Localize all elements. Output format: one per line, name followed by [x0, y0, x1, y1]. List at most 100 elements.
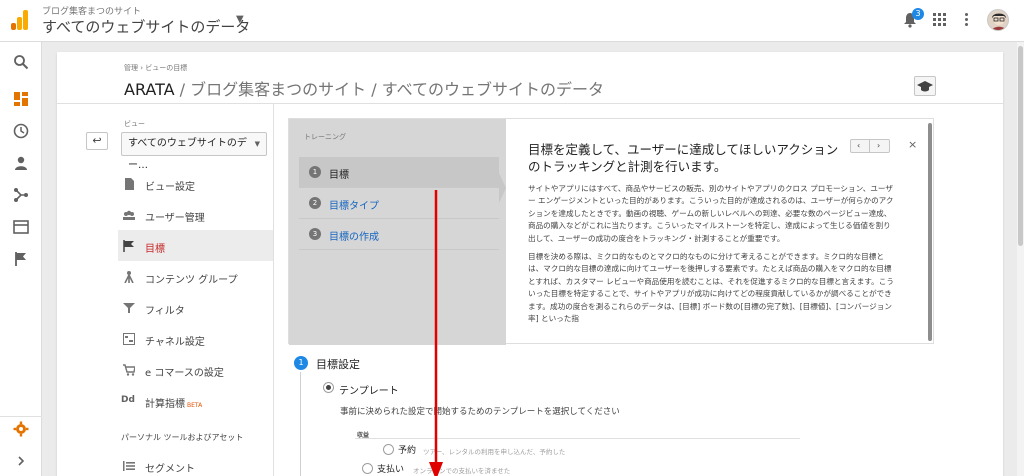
option-radio-reservation[interactable]	[383, 444, 394, 455]
graduation-cap-icon	[917, 81, 933, 92]
flag-icon	[123, 240, 134, 252]
training-step-create-goal[interactable]: 3 目標の作成	[299, 219, 499, 250]
nav-item-filters[interactable]: フィルタ	[118, 292, 273, 323]
group-divider	[355, 438, 800, 439]
dashboard-icon[interactable]	[13, 91, 29, 107]
training-step-goals[interactable]: 1 目標	[299, 157, 499, 188]
training-paragraph: サイトやアプリにはすべて、商品やサービスの販売、別のサイトやアプリのクロス プロ…	[528, 184, 894, 243]
pager-divider	[869, 140, 870, 152]
nav-item-label: セグメント	[145, 464, 195, 475]
acquisition-icon[interactable]	[13, 187, 29, 203]
close-icon[interactable]: ×	[908, 138, 917, 151]
nav-item-label: フィルタ	[145, 306, 185, 317]
view-select[interactable]: すべてのウェブサイトのデー… ▼	[121, 132, 267, 171]
apps-grid-icon[interactable]	[933, 13, 947, 27]
step-label: 目標タイプ	[329, 201, 379, 212]
prev-icon[interactable]: ‹	[857, 141, 860, 150]
setup-step-number: 1	[294, 356, 308, 370]
document-icon	[125, 178, 134, 190]
rail-bottom	[0, 416, 42, 476]
admin-card: 管理 › ビューの目標 ARATA / ブログ集客まつのサイト / すべてのウェ…	[57, 52, 1003, 476]
training-button[interactable]	[914, 76, 936, 96]
divider	[57, 103, 1003, 104]
nav-item-label: コンテンツ グループ	[145, 275, 238, 286]
option-label-payment[interactable]: 支払い	[377, 462, 404, 475]
training-step-goal-type[interactable]: 2 目標タイプ	[299, 188, 499, 219]
dd-icon: Dd	[121, 395, 135, 405]
nav-item-content-grouping[interactable]: コンテンツ グループ	[118, 261, 273, 292]
nav-item-text: 計算指標	[145, 399, 185, 410]
behavior-icon[interactable]	[13, 219, 29, 235]
option-desc-payment: オンラインでの支払いを済ませた	[413, 467, 511, 475]
training-title: 目標を定義して、ユーザーに達成してほしいアクションのトラッキングと計測を行います…	[528, 142, 839, 174]
left-rail	[0, 42, 42, 476]
nav-item-label: 目標	[145, 244, 165, 255]
option-desc-reservation: ツアー、レンタルの利用を申し込んだ、予約した	[423, 448, 566, 456]
nav-item-goals[interactable]: 目標	[118, 230, 273, 261]
step-number: 3	[309, 228, 321, 240]
cart-icon	[123, 364, 135, 376]
beta-badge: BETA	[187, 402, 203, 409]
view-label: ビュー	[124, 120, 145, 128]
training-panel: トレーニング 1 目標 2 目標タイプ 3 目標の作成 目標を定義して、ユーザー…	[288, 118, 934, 345]
more-vert-icon[interactable]	[965, 13, 969, 27]
account-title: ARATA	[124, 80, 175, 99]
nav-item-view-settings[interactable]: ビュー設定	[118, 168, 273, 199]
active-step-pointer	[499, 173, 506, 203]
step-number: 1	[309, 166, 321, 178]
search-icon[interactable]	[13, 54, 29, 70]
training-scrollbar[interactable]	[928, 123, 932, 341]
nav-item-label: ビュー設定	[145, 182, 195, 193]
nav-item-label: 計算指標 BETA	[145, 395, 202, 410]
top-header: ブログ集客まつのサイト すべてのウェブサイトのデータ ▼ 3	[0, 0, 1024, 42]
scrollbar-thumb[interactable]	[1018, 46, 1023, 246]
property-view-selector[interactable]: すべてのウェブサイトのデータ	[42, 16, 250, 37]
nav-item-segments[interactable]: セグメント	[118, 450, 273, 476]
content-group-icon	[124, 271, 134, 283]
breadcrumb[interactable]: 管理 › ビューの目標	[124, 63, 187, 73]
title-path: / ブログ集客まつのサイト / すべてのウェブサイトのデータ	[174, 80, 604, 99]
expand-icon[interactable]	[13, 453, 29, 469]
settings-icon[interactable]	[13, 421, 29, 437]
filter-icon	[123, 303, 135, 313]
nav-item-calculated-metrics[interactable]: Dd 計算指標 BETA	[118, 385, 273, 416]
column-divider	[273, 104, 274, 476]
page-title: ARATA / ブログ集客まつのサイト / すべてのウェブサイトのデータ	[124, 76, 604, 100]
option-label-reservation[interactable]: 予約	[398, 443, 416, 456]
annotation-arrow-icon	[429, 190, 443, 476]
channel-icon	[123, 333, 135, 345]
avatar[interactable]	[987, 9, 1009, 31]
chevron-down-icon[interactable]: ▼	[236, 14, 244, 25]
training-paragraph: 目標を決める際は、ミクロ的なものとマクロ的なものに分けて考えることができます。ミ…	[528, 252, 894, 324]
personal-nav: セグメント	[118, 450, 273, 476]
analytics-logo-icon[interactable]	[11, 10, 29, 30]
training-steps: トレーニング 1 目標 2 目標タイプ 3 目標の作成	[289, 119, 506, 345]
person-icon[interactable]	[13, 155, 29, 171]
caret-down-icon: ▼	[254, 140, 260, 148]
training-pager: ‹ ›	[850, 139, 890, 153]
training-heading: トレーニング	[304, 133, 346, 141]
template-radio[interactable]	[323, 382, 334, 393]
step-label: 目標	[329, 170, 349, 181]
template-description: 事前に決められた設定で開始するためのテンプレートを選択してください	[340, 407, 620, 417]
flag-icon[interactable]	[13, 251, 29, 267]
view-nav: ビュー設定 ユーザー管理 目標 コンテンツ グループ フィルタ チャネル設定 e…	[118, 168, 273, 416]
training-body[interactable]: サイトやアプリにはすべて、商品やサービスの販売、別のサイトやアプリのクロス プロ…	[528, 183, 898, 331]
segment-icon	[123, 461, 135, 471]
nav-item-ecommerce-settings[interactable]: e コマースの設定	[118, 354, 273, 385]
template-label[interactable]: テンプレート	[339, 382, 399, 397]
clock-icon[interactable]	[13, 123, 29, 139]
training-content: 目標を定義して、ユーザーに達成してほしいアクションのトラッキングと計測を行います…	[506, 119, 926, 345]
notification-badge: 3	[912, 8, 924, 20]
nav-item-channel-settings[interactable]: チャネル設定	[118, 323, 273, 354]
page-scrollbar[interactable]	[1017, 42, 1024, 476]
option-radio-payment[interactable]	[362, 463, 373, 474]
nav-item-label: ユーザー管理	[145, 213, 205, 224]
step-label: 目標の作成	[329, 232, 379, 243]
nav-item-user-management[interactable]: ユーザー管理	[118, 199, 273, 230]
nav-item-label: e コマースの設定	[145, 368, 224, 379]
next-icon[interactable]: ›	[877, 141, 880, 150]
view-select-value: すべてのウェブサイトのデー…	[128, 138, 247, 171]
back-arrow-icon[interactable]: ↩	[86, 132, 108, 150]
users-icon	[123, 210, 135, 220]
